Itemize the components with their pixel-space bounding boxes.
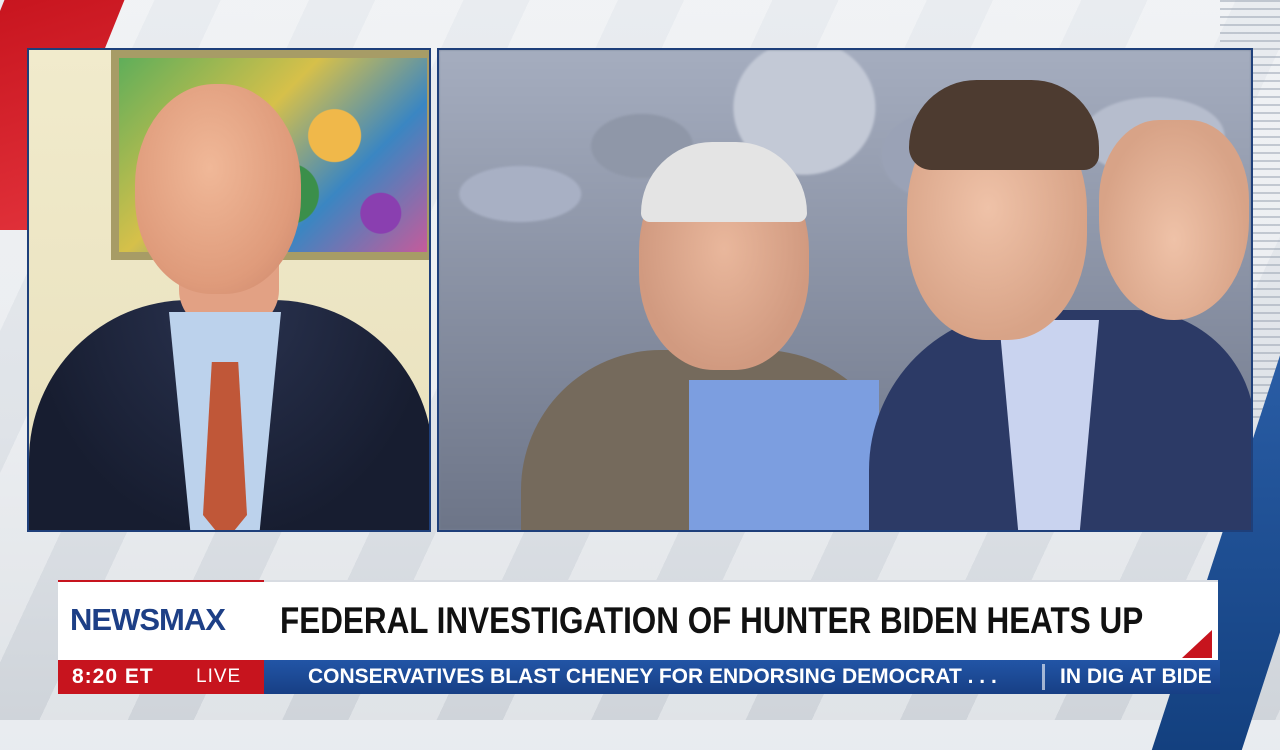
headline-text: FEDERAL INVESTIGATION OF HUNTER BIDEN HE…: [280, 600, 1144, 641]
time-label: 8:20 ET: [72, 665, 154, 688]
younger-man-hair: [909, 80, 1099, 170]
ticker-separator: [1042, 664, 1045, 690]
live-label: LIVE: [196, 666, 242, 687]
guest-video-panel: [27, 48, 431, 532]
raised-hand: [1099, 120, 1249, 320]
older-man-sweater: [689, 380, 879, 530]
ticker-secondary: IN DIG AT BIDE: [1060, 665, 1212, 688]
headline-corner-triangle: [1182, 630, 1212, 658]
photo-panel: [437, 48, 1253, 532]
newsmax-logo: NEWSMAX: [70, 602, 226, 637]
guest-head: [135, 84, 301, 294]
ticker-primary: CONSERVATIVES BLAST CHENEY FOR ENDORSING…: [308, 665, 997, 688]
